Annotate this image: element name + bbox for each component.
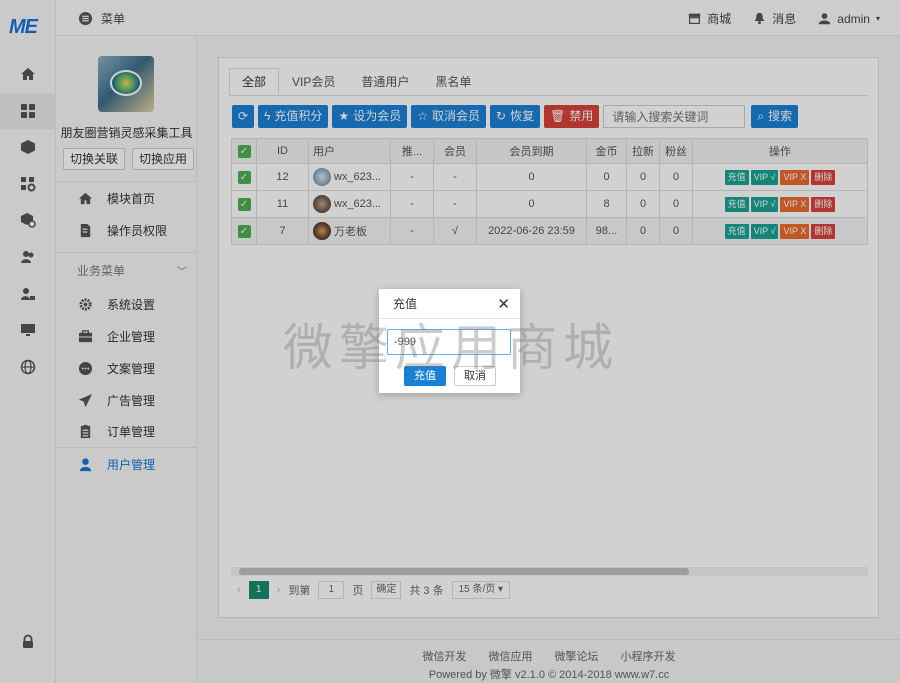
close-icon[interactable]: ✕ — [497, 295, 510, 313]
recharge-amount-input[interactable]: -999 — [387, 329, 511, 355]
dialog-title: 充值 — [393, 297, 418, 311]
cancel-button[interactable]: 取消 — [454, 366, 496, 386]
recharge-dialog: 充值 ✕ -999 充值 取消 — [379, 289, 520, 393]
confirm-recharge-button[interactable]: 充值 — [404, 366, 446, 386]
